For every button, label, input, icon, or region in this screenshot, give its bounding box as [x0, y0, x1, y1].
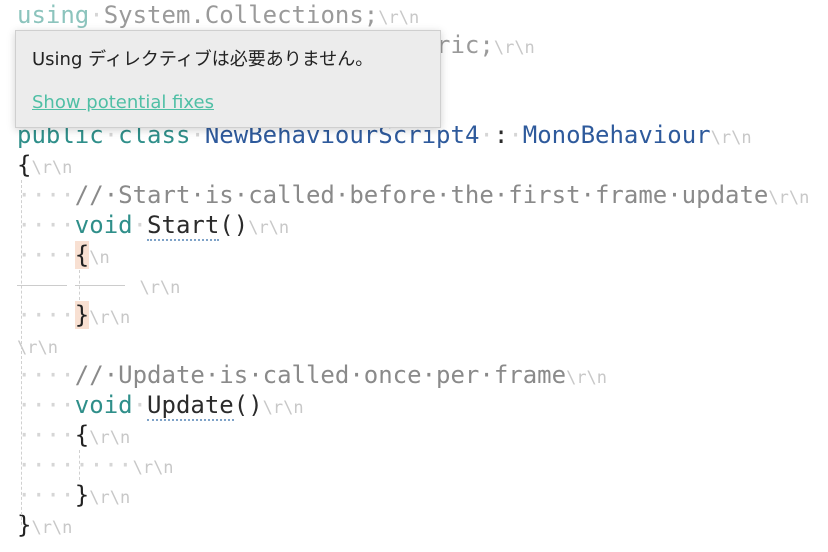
line-ending-marker: \r\n [566, 368, 608, 388]
code-token: //·Update·is·called·once·per·frame [74, 361, 567, 389]
whitespace-marker: ···· [17, 481, 75, 509]
code-token: using [17, 1, 90, 29]
whitespace-marker: · [132, 211, 148, 239]
code-line[interactable]: ····void·Update()\r\n [17, 390, 304, 421]
line-ending-marker: \r\n [31, 158, 73, 178]
code-line[interactable]: \r\n [17, 330, 58, 360]
line-ending-marker: \n [89, 248, 110, 268]
code-line[interactable]: ····void·Start()\r\n [17, 210, 290, 241]
code-line[interactable]: ····//·Update·is·called·once·per·frame\r… [17, 360, 607, 390]
whitespace-marker: ···· [17, 421, 75, 449]
whitespace-marker: · [508, 121, 523, 149]
code-line[interactable]: ········\r\n [17, 450, 174, 480]
line-ending-marker: \r\n [31, 518, 73, 538]
whitespace-marker: ···· [17, 241, 75, 269]
code-token: : [493, 121, 509, 149]
whitespace-marker: · [479, 121, 494, 149]
indent-guide [21, 180, 22, 525]
line-ending-marker: \r\n [768, 188, 810, 208]
whitespace-marker: · [89, 1, 104, 29]
code-line[interactable]: \r\n [17, 270, 180, 300]
code-token: { [74, 241, 90, 269]
code-token: void [74, 211, 133, 239]
code-token: Start [147, 211, 220, 241]
whitespace-marker: · [132, 391, 148, 419]
indent-guide [79, 270, 80, 300]
code-token: } [17, 511, 32, 539]
code-token: } [74, 301, 90, 329]
code-token: { [74, 421, 90, 449]
code-token: Update [147, 391, 234, 421]
diagnostic-message: Using ディレクティブは必要ありません。 [32, 49, 374, 70]
line-ending-marker: \r\n [378, 8, 420, 28]
code-token: void [74, 391, 133, 419]
code-token: System.Collections; [103, 1, 379, 29]
code-line[interactable]: using·System.Collections;\r\n [17, 0, 419, 30]
line-ending-marker: \r\n [89, 308, 131, 328]
whitespace-marker: ···· [17, 181, 75, 209]
line-ending-marker: \r\n [89, 488, 131, 508]
code-token: } [74, 481, 90, 509]
code-line[interactable]: ····{\r\n [17, 420, 130, 450]
whitespace-marker: ···· [17, 361, 75, 389]
whitespace-marker: ···· [17, 301, 75, 329]
code-token: MonoBehaviour [522, 121, 711, 149]
code-line[interactable]: {\r\n [17, 150, 72, 180]
code-token: () [233, 391, 263, 419]
line-ending-marker: \r\n [493, 38, 535, 58]
line-ending-marker: \r\n [139, 278, 181, 298]
whitespace-marker: ···· [17, 211, 75, 239]
code-token: () [219, 211, 249, 239]
line-ending-marker: \r\n [710, 128, 752, 148]
line-ending-marker: \r\n [262, 398, 304, 418]
indent-guide [79, 450, 80, 480]
code-line[interactable]: ····}\r\n [17, 300, 130, 330]
show-potential-fixes-link[interactable]: Show potential fixes [32, 92, 214, 113]
diagnostic-hover-tooltip: Using ディレクティブは必要ありません。 Show potential fi… [15, 30, 441, 128]
line-ending-marker: \r\n [17, 338, 58, 358]
line-ending-marker: \r\n [132, 458, 174, 478]
whitespace-marker: ···· [17, 391, 75, 419]
code-token: { [17, 151, 32, 179]
code-line[interactable]: ····}\r\n [17, 480, 130, 510]
code-line[interactable]: }\r\n [17, 510, 72, 540]
line-ending-marker: \r\n [248, 218, 290, 238]
whitespace-marker: ········ [17, 451, 133, 479]
code-line[interactable]: ····{\n [17, 240, 110, 270]
line-ending-marker: \r\n [89, 428, 131, 448]
code-token: //·Start·is·called·before·the·first·fram… [74, 181, 769, 209]
code-line[interactable]: ····//·Start·is·called·before·the·first·… [17, 180, 809, 210]
